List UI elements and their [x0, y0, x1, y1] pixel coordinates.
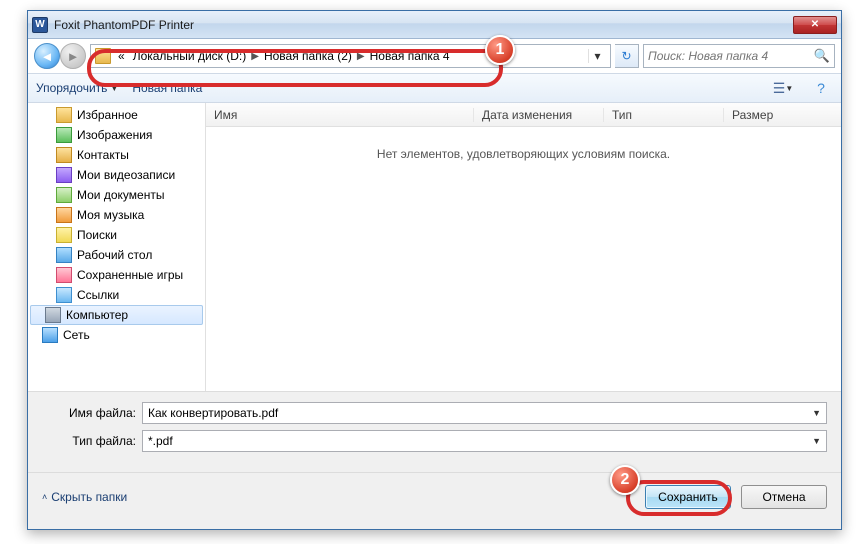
- chevron-down-icon[interactable]: ▼: [812, 436, 821, 446]
- documents-icon: [56, 187, 72, 203]
- breadcrumb-prefix[interactable]: «: [115, 47, 128, 65]
- button-row: ˄ Скрыть папки Сохранить Отмена 2: [28, 481, 841, 519]
- chevron-down-icon: ▼: [110, 84, 118, 93]
- computer-icon: [45, 307, 61, 323]
- address-bar[interactable]: « Локальный диск (D:) ▶ Новая папка (2) …: [90, 44, 611, 68]
- tree-item[interactable]: Ссылки: [28, 285, 205, 305]
- forward-button[interactable]: ►: [60, 43, 86, 69]
- column-date[interactable]: Дата изменения: [474, 108, 604, 122]
- column-name[interactable]: Имя: [206, 108, 474, 122]
- chevron-up-icon: ˄: [42, 492, 47, 502]
- breadcrumb: « Локальный диск (D:) ▶ Новая папка (2) …: [115, 47, 588, 65]
- search-folder-icon: [56, 227, 72, 243]
- tree-item[interactable]: Сохраненные игры: [28, 265, 205, 285]
- tree-item[interactable]: Поиски: [28, 225, 205, 245]
- tree-item[interactable]: Рабочий стол: [28, 245, 205, 265]
- separator: [28, 472, 841, 473]
- tree-item-network[interactable]: Сеть: [28, 325, 205, 345]
- desktop-icon: [56, 247, 72, 263]
- favorites-icon: [56, 107, 72, 123]
- window-title: Foxit PhantomPDF Printer: [54, 18, 793, 32]
- refresh-button[interactable]: ↻: [615, 44, 639, 68]
- form-zone: Имя файла: Как конвертировать.pdf ▼ Тип …: [28, 391, 841, 464]
- tree-item[interactable]: Изображения: [28, 125, 205, 145]
- contacts-icon: [56, 147, 72, 163]
- folder-icon: [95, 48, 111, 64]
- breadcrumb-segment[interactable]: Локальный диск (D:): [130, 47, 250, 65]
- help-button[interactable]: ?: [809, 77, 833, 99]
- chevron-right-icon: ▶: [357, 51, 365, 62]
- view-options-button[interactable]: ☰▼: [771, 77, 795, 99]
- back-button[interactable]: ◄: [34, 43, 60, 69]
- video-icon: [56, 167, 72, 183]
- saved-games-icon: [56, 267, 72, 283]
- column-type[interactable]: Тип: [604, 108, 724, 122]
- close-button[interactable]: ✕: [793, 16, 837, 34]
- tree-item[interactable]: Моя музыка: [28, 205, 205, 225]
- address-dropdown[interactable]: ▾: [588, 49, 606, 63]
- organize-menu[interactable]: Упорядочить▼: [36, 81, 118, 95]
- links-icon: [56, 287, 72, 303]
- empty-message: Нет элементов, удовлетворяющих условиям …: [206, 127, 841, 391]
- hide-folders-toggle[interactable]: ˄ Скрыть папки: [42, 490, 127, 504]
- list-header: Имя Дата изменения Тип Размер: [206, 103, 841, 127]
- filetype-select[interactable]: *.pdf ▼: [142, 430, 827, 452]
- column-size[interactable]: Размер: [724, 108, 841, 122]
- filename-label: Имя файла:: [42, 406, 142, 420]
- tree-item[interactable]: Избранное: [28, 105, 205, 125]
- search-box[interactable]: 🔍: [643, 44, 835, 68]
- filetype-label: Тип файла:: [42, 434, 142, 448]
- tree-item[interactable]: Мои документы: [28, 185, 205, 205]
- breadcrumb-segment[interactable]: Новая папка 4: [367, 47, 453, 65]
- app-icon: W: [32, 17, 48, 33]
- titlebar: W Foxit PhantomPDF Printer ✕: [28, 11, 841, 39]
- cancel-button[interactable]: Отмена: [741, 485, 827, 509]
- tree-item[interactable]: Контакты: [28, 145, 205, 165]
- music-icon: [56, 207, 72, 223]
- navigation-row: ◄ ► « Локальный диск (D:) ▶ Новая папка …: [28, 39, 841, 73]
- search-icon: 🔍: [814, 48, 830, 64]
- new-folder-button[interactable]: Новая папка: [132, 81, 202, 95]
- save-dialog-window: W Foxit PhantomPDF Printer ✕ ◄ ► « Локал…: [27, 10, 842, 530]
- save-button[interactable]: Сохранить: [645, 485, 731, 509]
- search-input[interactable]: [648, 49, 814, 63]
- toolbar: Упорядочить▼ Новая папка ☰▼ ?: [28, 73, 841, 103]
- network-icon: [42, 327, 58, 343]
- chevron-down-icon[interactable]: ▼: [812, 408, 821, 418]
- folder-tree[interactable]: Избранное Изображения Контакты Мои видео…: [28, 103, 206, 391]
- file-list-pane: Имя Дата изменения Тип Размер Нет элемен…: [206, 103, 841, 391]
- annotation-callout-1: 1: [485, 35, 515, 65]
- tree-item[interactable]: Мои видеозаписи: [28, 165, 205, 185]
- images-icon: [56, 127, 72, 143]
- dialog-body: Избранное Изображения Контакты Мои видео…: [28, 103, 841, 391]
- chevron-right-icon: ▶: [251, 51, 259, 62]
- tree-item-computer[interactable]: Компьютер: [30, 305, 203, 325]
- annotation-callout-2: 2: [610, 465, 640, 495]
- breadcrumb-segment[interactable]: Новая папка (2): [261, 47, 355, 65]
- filename-input[interactable]: Как конвертировать.pdf ▼: [142, 402, 827, 424]
